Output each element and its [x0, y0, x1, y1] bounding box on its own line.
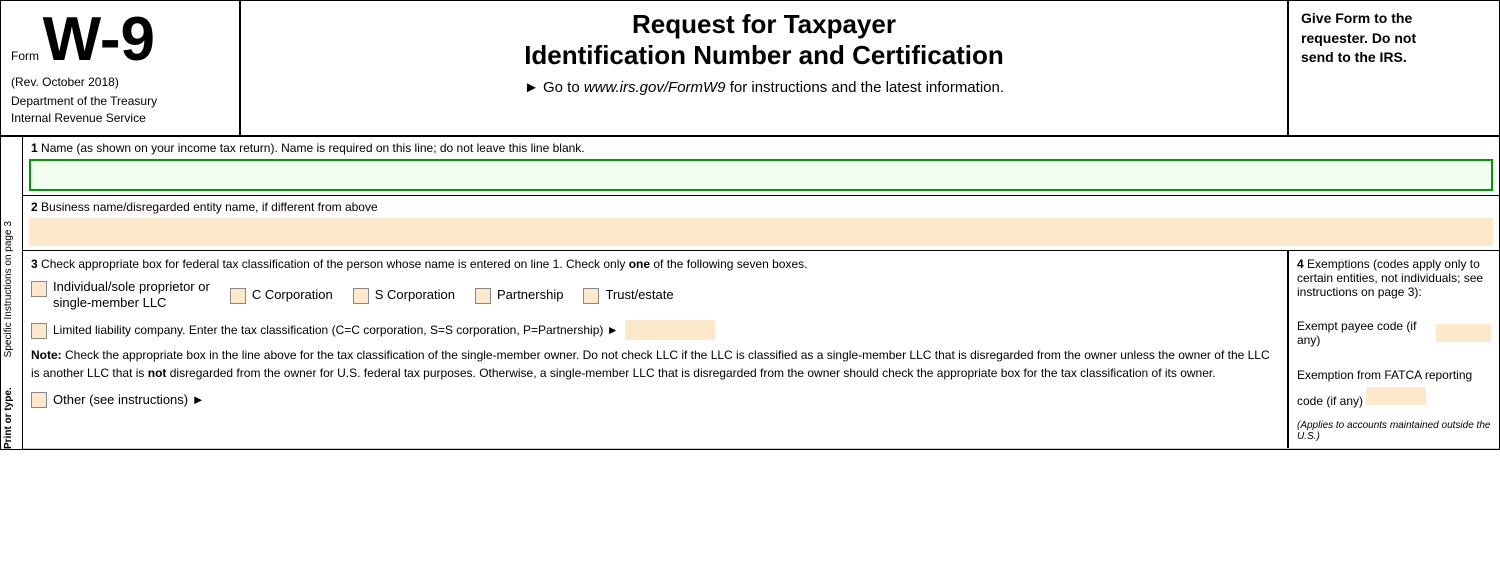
rotated-text-2: Specific Instructions on page 3	[3, 221, 14, 357]
checkbox-trust-label: Trust/estate	[605, 287, 673, 304]
llc-row: Limited liability company. Enter the tax…	[31, 320, 1279, 340]
exempt-row: Exempt payee code (if any)	[1297, 319, 1491, 347]
llc-input[interactable]	[625, 320, 715, 340]
section-4: 4 Exemptions (codes apply only to certai…	[1289, 251, 1499, 449]
checkbox-llc-box[interactable]	[31, 323, 47, 339]
dept-info: Department of the Treasury Internal Reve…	[11, 93, 229, 127]
checkbox-c-corp-label: C Corporation	[252, 287, 333, 304]
main-content: 1 Name (as shown on your income tax retu…	[23, 137, 1499, 450]
form-header: Form W-9 (Rev. October 2018) Department …	[1, 1, 1499, 137]
form-body: Print or type. Specific Instructions on …	[1, 137, 1499, 450]
checkbox-c-corp-box[interactable]	[230, 288, 246, 304]
section-34: 3 Check appropriate box for federal tax …	[23, 251, 1499, 450]
form-number: W-9	[43, 9, 155, 71]
checkbox-s-corp: S Corporation	[353, 286, 455, 304]
exempt-label: Exempt payee code (if any)	[1297, 319, 1432, 347]
checkbox-individual-label2: single-member LLC	[53, 295, 166, 310]
fatca-label2: code (if any)	[1297, 394, 1363, 408]
exempt-input[interactable]	[1436, 324, 1491, 342]
checkbox-individual-box[interactable]	[31, 281, 47, 297]
field1-label: 1 Name (as shown on your income tax retu…	[23, 137, 1499, 157]
fatca-text: Exemption from FATCA reporting code (if …	[1297, 367, 1491, 411]
checkbox-partnership-label: Partnership	[497, 287, 563, 304]
checkbox-row: Individual/sole proprietor or single-mem…	[31, 279, 1279, 313]
checkbox-partnership: Partnership	[475, 286, 563, 304]
checkbox-other-box[interactable]	[31, 392, 47, 408]
dept-line2: Internal Revenue Service	[11, 111, 146, 125]
irs-url: www.irs.gov/FormW9	[584, 79, 726, 96]
fatca-input[interactable]	[1366, 387, 1426, 405]
checkbox-individual: Individual/sole proprietor or single-mem…	[31, 279, 210, 313]
other-row: Other (see instructions) ►	[31, 390, 1279, 408]
checkbox-s-corp-label: S Corporation	[375, 287, 455, 304]
header-center: Request for Taxpayer Identification Numb…	[241, 1, 1289, 135]
form-w9: Form W-9 (Rev. October 2018) Department …	[0, 0, 1500, 450]
form-label: Form	[11, 49, 39, 63]
checkbox-s-corp-box[interactable]	[353, 288, 369, 304]
field2-row: 2 Business name/disregarded entity name,…	[23, 196, 1499, 251]
dept-line1: Department of the Treasury	[11, 94, 157, 108]
field2-label: 2 Business name/disregarded entity name,…	[23, 196, 1499, 216]
other-text: Other (see instructions) ►	[53, 392, 205, 407]
section4-header: 4 Exemptions (codes apply only to certai…	[1297, 257, 1491, 299]
header-right: Give Form to the requester. Do not send …	[1289, 1, 1499, 135]
checkbox-c-corp: C Corporation	[230, 286, 333, 304]
applies-note: (Applies to accounts maintained outside …	[1297, 420, 1491, 442]
checkbox-individual-label1: Individual/sole proprietor or	[53, 279, 210, 294]
rotated-side-label: Print or type. Specific Instructions on …	[1, 137, 23, 450]
field1-row: 1 Name (as shown on your income tax retu…	[23, 137, 1499, 196]
field1-input[interactable]	[29, 159, 1493, 191]
checkbox-trust: Trust/estate	[583, 286, 673, 304]
llc-text: Limited liability company. Enter the tax…	[53, 323, 619, 337]
header-left: Form W-9 (Rev. October 2018) Department …	[1, 1, 241, 135]
note-text: Note: Check the appropriate box in the l…	[31, 346, 1279, 382]
checkbox-partnership-box[interactable]	[475, 288, 491, 304]
checkbox-trust-box[interactable]	[583, 288, 599, 304]
subtitle: ► Go to www.irs.gov/FormW9 for instructi…	[261, 79, 1267, 96]
section-3: 3 Check appropriate box for federal tax …	[23, 251, 1289, 449]
rev-date: (Rev. October 2018)	[11, 75, 229, 89]
rotated-text-1: Print or type.	[3, 388, 14, 450]
field2-input[interactable]	[29, 218, 1493, 246]
section3-header: 3 Check appropriate box for federal tax …	[31, 257, 1279, 271]
main-title: Request for Taxpayer Identification Numb…	[261, 9, 1267, 71]
fatca-label: Exemption from FATCA reporting	[1297, 368, 1472, 382]
